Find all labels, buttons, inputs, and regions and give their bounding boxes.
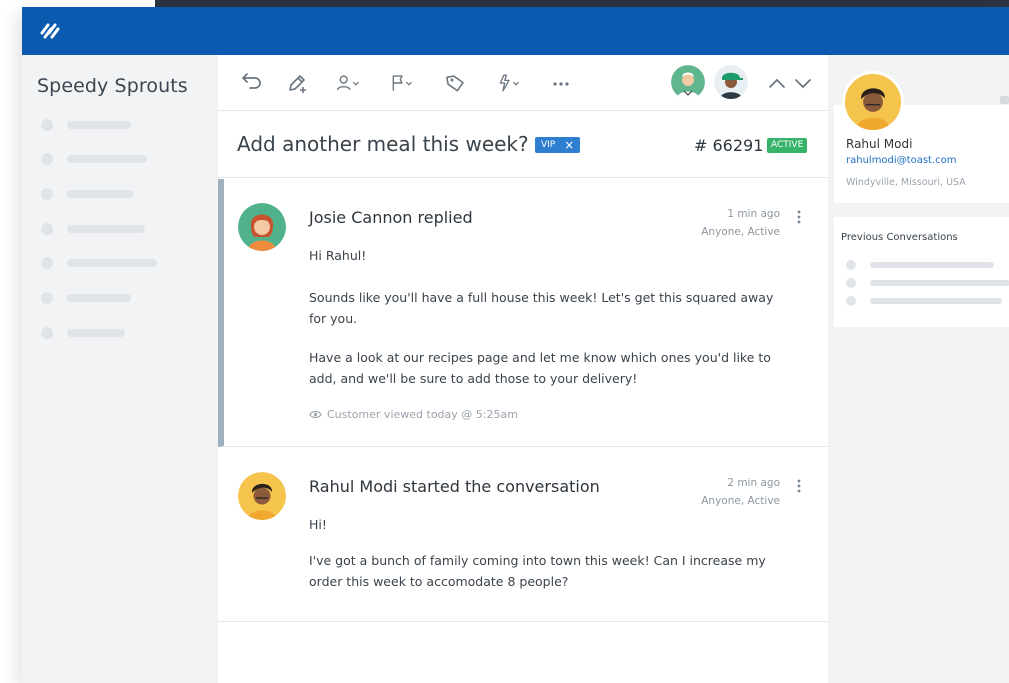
prev-line xyxy=(870,298,1002,304)
conversation-toolbar xyxy=(218,55,828,111)
prev-line xyxy=(870,262,994,268)
customer-name[interactable]: Rahul Modi xyxy=(846,137,912,151)
app-logo-icon[interactable] xyxy=(38,19,62,43)
tag-icon[interactable] xyxy=(443,71,469,95)
sidebar-dot xyxy=(41,188,53,200)
thread-menu-icon[interactable] xyxy=(797,210,801,224)
sidebar-item-placeholder[interactable] xyxy=(41,257,157,269)
message-paragraph: Have a look at our recipes page and let … xyxy=(309,350,771,386)
prev-dot xyxy=(846,278,856,288)
rahul-modi-avatar xyxy=(238,472,286,520)
agent-avatar-doctor[interactable] xyxy=(671,65,705,99)
thread-menu-icon[interactable] xyxy=(797,479,801,493)
sidebar-item-placeholder[interactable] xyxy=(41,188,133,200)
josie-cannon-avatar xyxy=(238,203,286,251)
sidebar-dot xyxy=(41,292,53,304)
thread-item-started: Rahul Modi started the conversation 2 mi… xyxy=(218,448,828,622)
conversation-subject[interactable]: Add another meal this week? xyxy=(237,132,529,156)
customer-avatar xyxy=(842,71,904,133)
previous-conversation-item[interactable] xyxy=(846,260,994,270)
sidebar-dot xyxy=(41,153,53,165)
vip-tag[interactable]: VIP × xyxy=(535,137,581,153)
sidebar-dot xyxy=(41,223,53,235)
sidebar-line xyxy=(67,155,147,163)
sidebar-item-placeholder[interactable] xyxy=(41,223,145,235)
tag-label: VIP xyxy=(541,140,556,150)
sidebar: Speedy Sprouts xyxy=(22,55,218,683)
sidebar-line xyxy=(67,225,145,233)
customer-viewed-status: Customer viewed today @ 5:25am xyxy=(309,408,518,421)
sidebar-line xyxy=(67,294,131,302)
thread-timestamp: 2 min ago xyxy=(727,477,780,489)
subject-row: Add another meal this week? VIP × # 6629… xyxy=(218,112,828,178)
eye-icon xyxy=(309,410,322,419)
sidebar-item-placeholder[interactable] xyxy=(41,327,125,339)
thread-author-line: Josie Cannon replied xyxy=(309,208,473,227)
status-badge[interactable]: ACTIVE xyxy=(767,138,808,153)
edit-icon[interactable] xyxy=(285,71,311,95)
background-strip xyxy=(155,0,1009,7)
customer-email[interactable]: rahulmodi@toast.com xyxy=(846,155,957,166)
previous-conversation-item[interactable] xyxy=(846,296,1002,306)
conversation-panel: Add another meal this week? VIP × # 6629… xyxy=(218,55,828,683)
previous-conversation-item[interactable] xyxy=(846,278,1009,288)
sidebar-dot xyxy=(41,327,53,339)
mailbox-name[interactable]: Speedy Sprouts xyxy=(37,75,188,97)
sidebar-line xyxy=(67,259,157,267)
thread-meta: Anyone, Active xyxy=(701,495,780,507)
previous-conversations-card: Previous Conversations xyxy=(834,217,1009,327)
thread-author-line: Rahul Modi started the conversation xyxy=(309,477,600,496)
previous-arrow-icon[interactable] xyxy=(764,71,790,95)
customer-location: Windyville, Missouri, USA xyxy=(846,177,966,188)
sidebar-item-placeholder[interactable] xyxy=(41,153,147,165)
tag-remove-icon[interactable]: × xyxy=(564,137,574,153)
viewed-text: Customer viewed today @ 5:25am xyxy=(327,408,518,421)
prev-dot xyxy=(846,260,856,270)
sidebar-line xyxy=(67,190,133,198)
prev-line xyxy=(870,280,1009,286)
message-paragraph: Hi Rahul! xyxy=(309,248,367,263)
flag-icon[interactable] xyxy=(389,71,415,95)
more-icon[interactable] xyxy=(548,71,574,95)
thread-timestamp: 1 min ago xyxy=(727,208,780,220)
sidebar-line xyxy=(67,329,125,337)
next-arrow-icon[interactable] xyxy=(790,71,816,95)
agent-avatar-green-hat[interactable] xyxy=(714,65,748,99)
assign-user-icon[interactable] xyxy=(335,71,361,95)
thread-item-reply: Josie Cannon replied 1 min ago Anyone, A… xyxy=(218,179,828,447)
panel-handle[interactable] xyxy=(1000,96,1009,104)
sidebar-dot xyxy=(41,257,53,269)
thread-time: 2 min ago Anyone, Active xyxy=(701,474,780,510)
sidebar-item-placeholder[interactable] xyxy=(41,292,131,304)
help-desk-window: Speedy Sprouts Add another meal this wee… xyxy=(22,7,1009,683)
workflow-icon[interactable] xyxy=(496,71,522,95)
message-paragraph: I've got a bunch of family coming into t… xyxy=(309,553,766,589)
thread-time: 1 min ago Anyone, Active xyxy=(701,205,780,241)
undo-icon[interactable] xyxy=(238,71,264,95)
prev-dot xyxy=(846,296,856,306)
message-paragraph: Hi! xyxy=(309,517,327,532)
customer-sidebar: Rahul Modi rahulmodi@toast.com Windyvill… xyxy=(828,55,1009,683)
top-bar xyxy=(22,7,1009,55)
sidebar-item-placeholder[interactable] xyxy=(41,119,131,131)
ticket-number: # 66291 xyxy=(694,136,764,155)
thread-meta: Anyone, Active xyxy=(701,226,780,238)
sidebar-line xyxy=(67,121,131,129)
sidebar-dot xyxy=(41,119,53,131)
screen: Speedy Sprouts Add another meal this wee… xyxy=(0,0,1009,683)
message-paragraph: Sounds like you'll have a full house thi… xyxy=(309,290,774,326)
previous-conversations-title: Previous Conversations xyxy=(841,232,958,243)
